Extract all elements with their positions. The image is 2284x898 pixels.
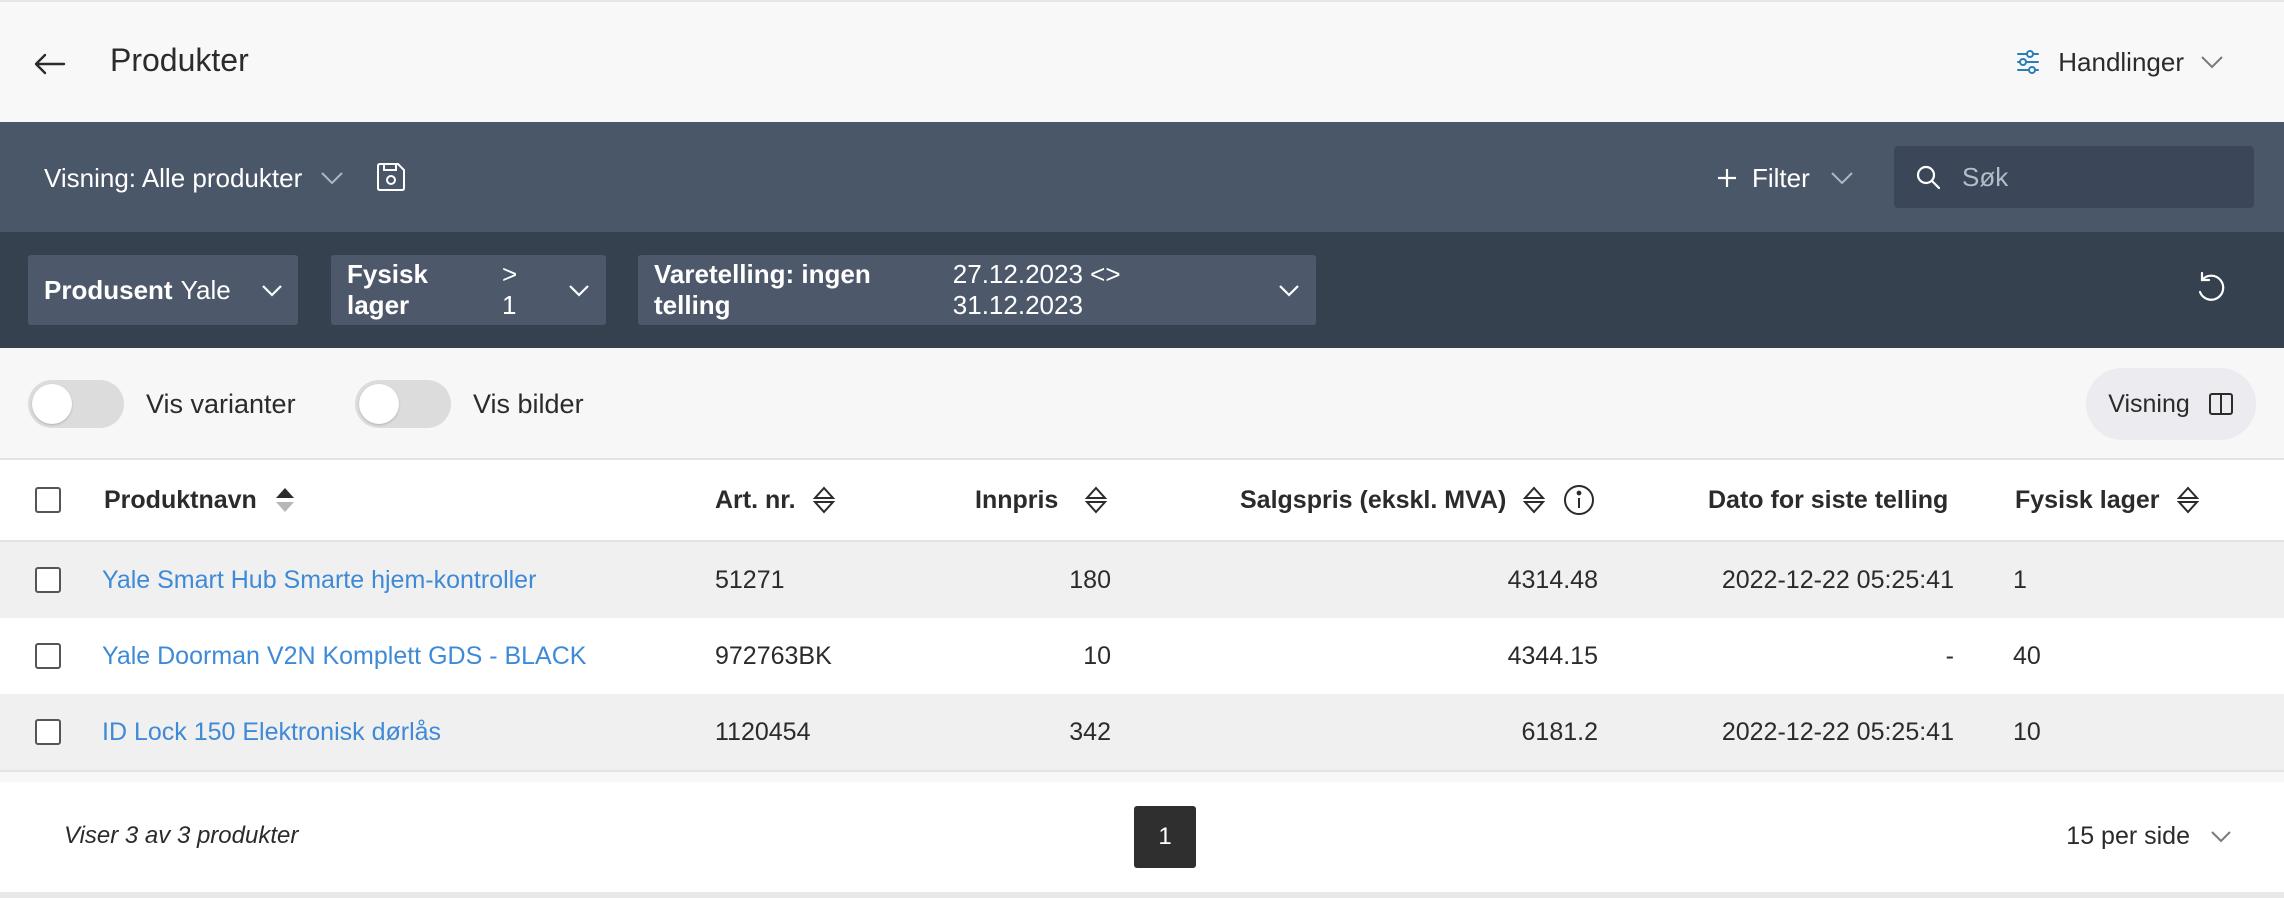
row-checkbox[interactable] (35, 643, 61, 669)
sort-icon (812, 485, 836, 515)
row-checkbox[interactable] (35, 719, 61, 745)
back-arrow-icon[interactable] (30, 46, 70, 82)
chevron-down-icon (2200, 55, 2224, 69)
table-bottom-divider (0, 770, 2284, 772)
filter-chip-value: 27.12.2023 <> 31.12.2023 (952, 259, 1121, 320)
column-label: Innpris (975, 485, 1059, 514)
lager-cell: 40 (2013, 641, 2041, 670)
per-page-select[interactable]: 15 per side (2066, 822, 2232, 851)
sliders-icon (2014, 48, 2042, 76)
switch[interactable] (28, 380, 124, 428)
art-nr-cell: 51271 (715, 565, 785, 594)
art-nr-cell: 972763BK (715, 641, 832, 670)
salgspris-cell: 4344.15 (1507, 641, 1598, 670)
save-view-icon[interactable] (374, 160, 408, 194)
actions-menu-button[interactable]: Handlinger (2014, 42, 2224, 82)
page-title: Produkter (110, 42, 249, 78)
toggle-label: Vis bilder (473, 388, 584, 419)
sort-icon (2176, 485, 2200, 515)
display-options-bar: Vis varianter Vis bilder Visning (0, 348, 2284, 460)
product-name-link[interactable]: ID Lock 150 Elektronisk dørlås (102, 694, 441, 770)
page-header: Produkter Handlinger (0, 0, 2284, 122)
innpris-cell: 180 (1069, 565, 1111, 594)
filter-label: Filter (1752, 162, 1810, 193)
search-box[interactable] (1894, 146, 2254, 208)
sort-icon (1522, 485, 1546, 515)
column-header-salgspris[interactable]: Salgspris (ekskl. MVA) (1240, 460, 1596, 540)
products-table: Produktnavn Art. nr. Innpris Salgspris (… (0, 460, 2284, 772)
view-toolbar: Visning: Alle produkter Filter (0, 122, 2284, 232)
innpris-cell: 342 (1069, 717, 1111, 746)
lager-cell: 10 (2013, 717, 2041, 746)
art-nr-cell: 1120454 (715, 717, 811, 746)
table-header: Produktnavn Art. nr. Innpris Salgspris (… (0, 460, 2284, 542)
active-filters-bar: Produsent Yale Fysisk lager > 1 Varetell… (0, 232, 2284, 348)
filter-chip-value: Yale (180, 274, 231, 305)
search-icon (1914, 163, 1942, 191)
salgspris-cell: 4314.48 (1507, 565, 1598, 594)
footer-divider (0, 892, 2284, 898)
column-header-innpris[interactable]: Innpris (975, 460, 1108, 540)
column-header-art-nr[interactable]: Art. nr. (715, 460, 836, 540)
select-all-checkbox[interactable] (35, 487, 61, 513)
table-row: Yale Smart Hub Smarte hjem-kontroller 51… (0, 542, 2284, 618)
column-label: Art. nr. (715, 485, 796, 514)
table-row: ID Lock 150 Elektronisk dørlås 1120454 3… (0, 694, 2284, 770)
toggle-vis-varianter[interactable]: Vis varianter (28, 380, 296, 428)
dato-cell: - (1945, 641, 1954, 670)
dato-cell: 2022-12-22 05:25:41 (1721, 717, 1954, 746)
chevron-down-icon (2210, 830, 2232, 843)
column-header-dato[interactable]: Dato for siste telling (1708, 460, 1948, 540)
dato-cell: 2022-12-22 05:25:41 (1721, 565, 1954, 594)
column-header-fysisk-lager[interactable]: Fysisk lager (2015, 460, 2200, 540)
row-checkbox[interactable] (35, 567, 61, 593)
chevron-down-icon (261, 284, 283, 297)
chevron-down-icon (568, 284, 590, 297)
filter-chip-varetelling[interactable]: Varetelling: ingen telling 27.12.2023 <>… (638, 255, 1316, 325)
chevron-down-icon (1278, 284, 1300, 297)
pagination-footer: Viser 3 av 3 produkter 1 15 per side (0, 782, 2284, 894)
toggle-label: Vis varianter (146, 388, 296, 419)
reset-filters-icon[interactable] (2192, 268, 2232, 308)
sort-icon (1084, 485, 1108, 515)
column-label: Fysisk lager (2015, 485, 2160, 514)
column-label: Salgspris (ekskl. MVA) (1240, 485, 1507, 514)
view-select[interactable]: Visning: Alle produkter (44, 158, 344, 198)
switch[interactable] (355, 380, 451, 428)
filter-chip-key: Fysisk lager (347, 259, 428, 320)
add-filter-button[interactable]: Filter (1716, 158, 1854, 198)
columns-icon (2208, 392, 2234, 416)
visning-label: Visning (2108, 389, 2190, 418)
table-row: Yale Doorman V2N Komplett GDS - BLACK 97… (0, 618, 2284, 694)
product-name-link[interactable]: Yale Smart Hub Smarte hjem-kontroller (102, 542, 536, 618)
view-select-label: Visning: Alle produkter (44, 162, 303, 193)
filter-chip-value: > 1 (501, 259, 518, 320)
page-button-current[interactable]: 1 (1134, 806, 1196, 868)
chevron-down-icon (320, 171, 344, 185)
per-page-label: 15 per side (2066, 822, 2190, 850)
search-input[interactable] (1962, 161, 2222, 193)
filter-chip-key: Varetelling: ingen telling (654, 259, 871, 320)
product-name-link[interactable]: Yale Doorman V2N Komplett GDS - BLACK (102, 618, 586, 694)
column-label: Produktnavn (104, 485, 257, 514)
info-icon[interactable] (1562, 483, 1596, 517)
plus-icon (1716, 167, 1738, 189)
sort-ascending-icon (273, 485, 297, 515)
innpris-cell: 10 (1083, 641, 1111, 670)
result-count: Viser 3 av 3 produkter (64, 822, 299, 849)
filter-chip-produsent[interactable]: Produsent Yale (28, 255, 298, 325)
toggle-vis-bilder[interactable]: Vis bilder (355, 380, 584, 428)
filter-chip-key: Produsent (44, 274, 173, 305)
column-label: Dato for siste telling (1708, 485, 1949, 514)
salgspris-cell: 6181.2 (1521, 717, 1598, 746)
column-header-produktnavn[interactable]: Produktnavn (104, 460, 297, 540)
filter-chip-fysisk-lager[interactable]: Fysisk lager > 1 (331, 255, 606, 325)
visning-columns-button[interactable]: Visning (2086, 368, 2256, 440)
actions-label: Handlinger (2058, 46, 2184, 77)
lager-cell: 1 (2013, 565, 2027, 594)
chevron-down-icon (1830, 171, 1854, 185)
